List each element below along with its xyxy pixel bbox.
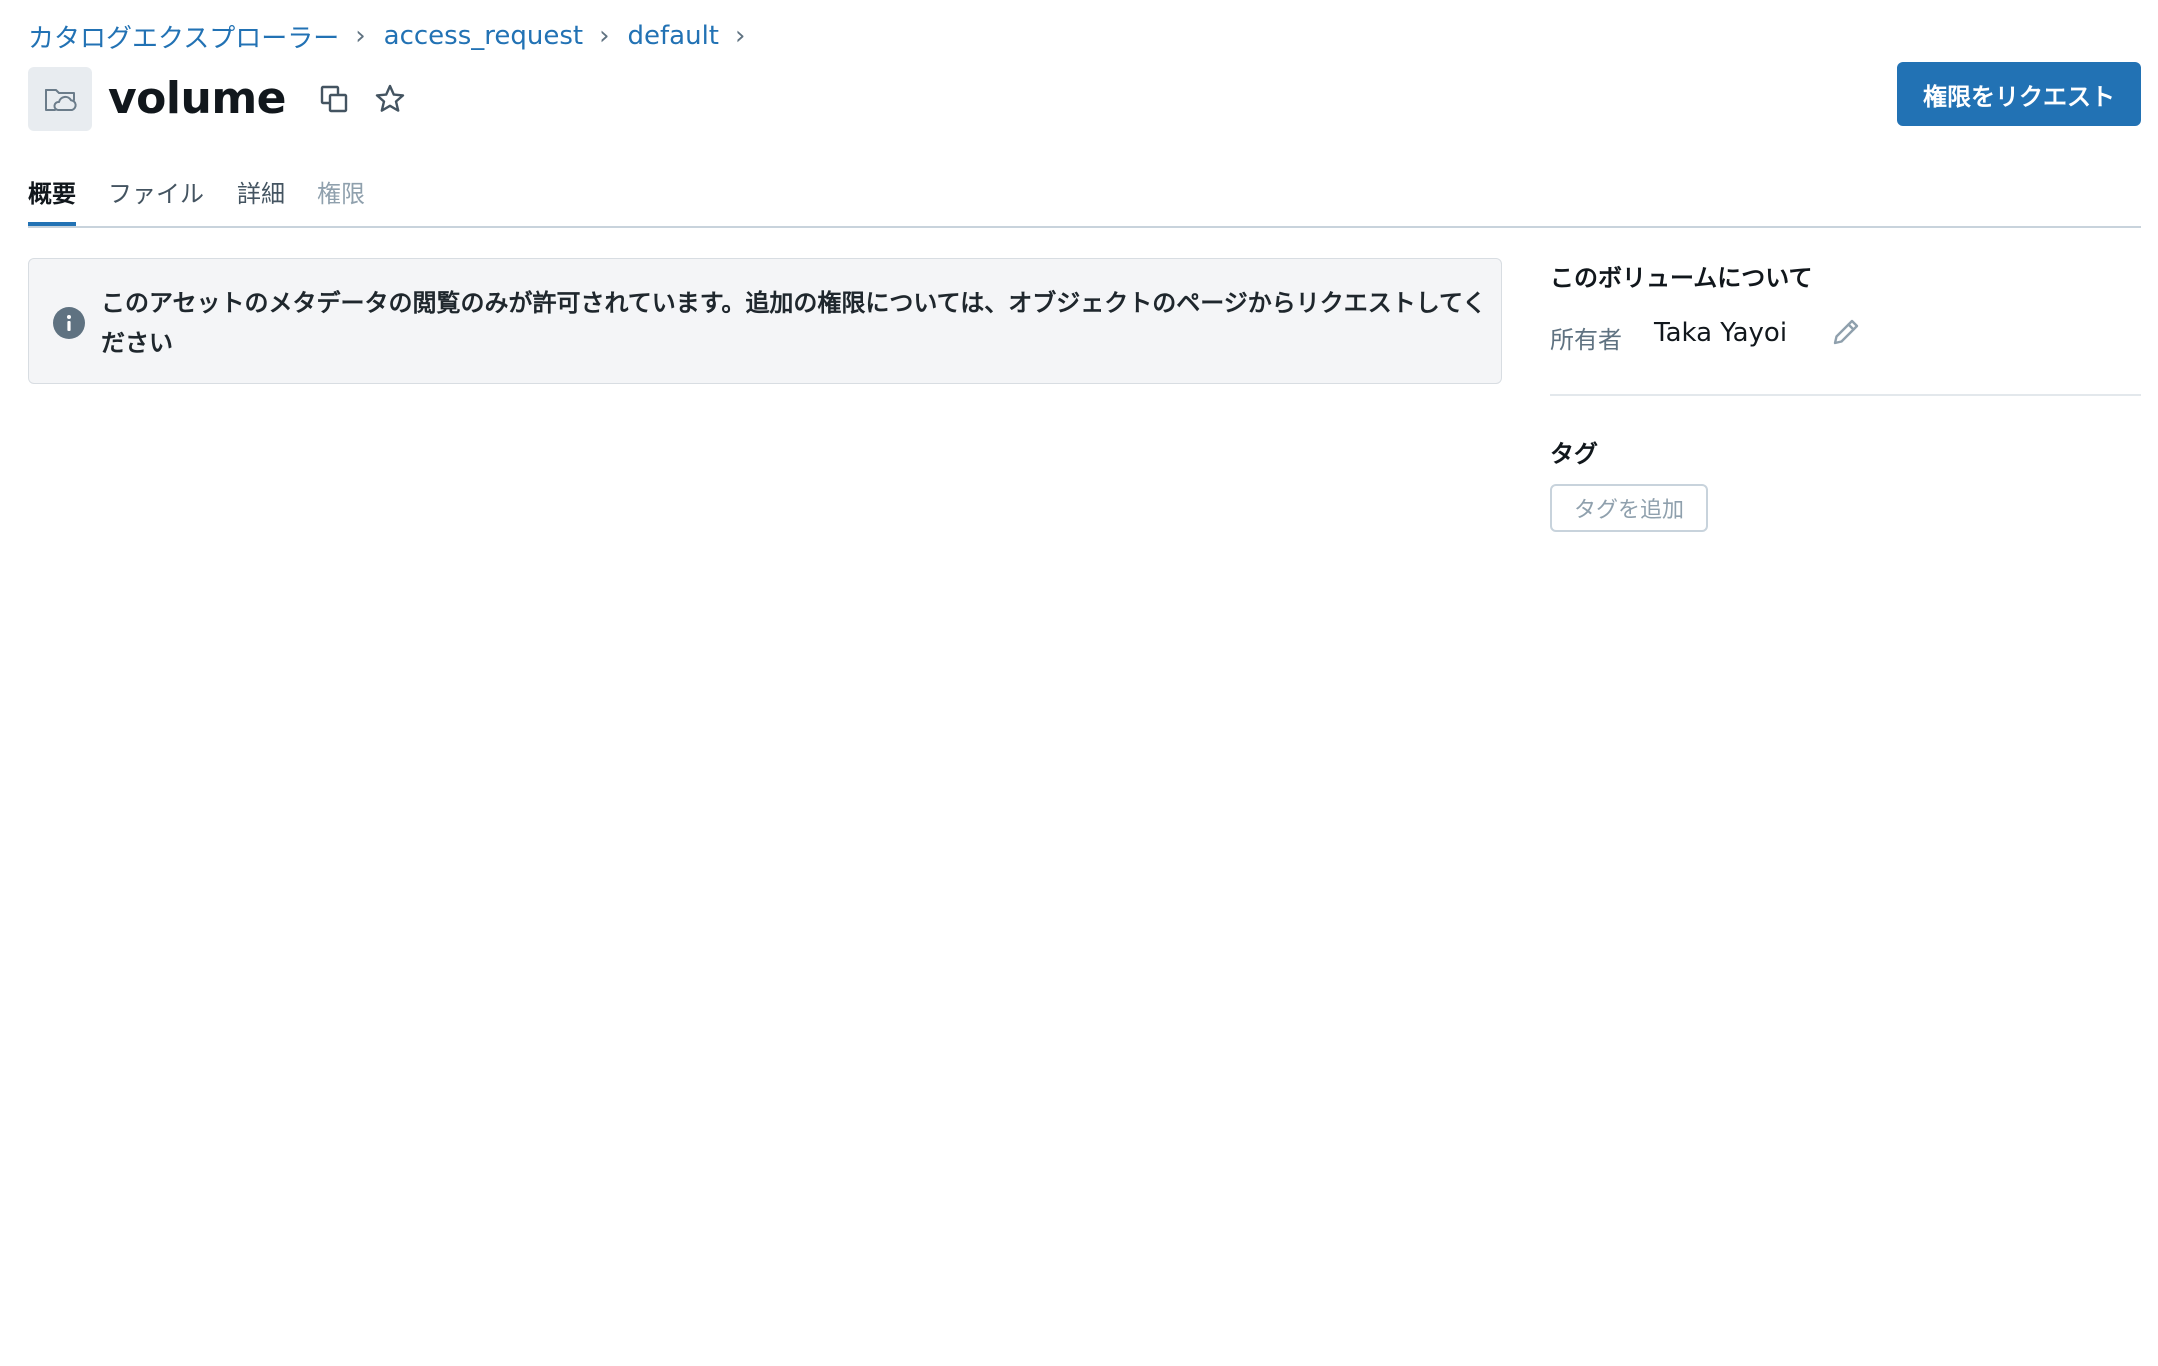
breadcrumb: カタログエクスプローラー › access_request › default … xyxy=(28,18,763,54)
request-permission-button[interactable]: 権限をリクエスト xyxy=(1897,62,2141,126)
breadcrumb-catalog[interactable]: access_request xyxy=(384,21,583,51)
page-title: volume xyxy=(108,73,287,124)
copy-icon[interactable] xyxy=(316,81,352,117)
breadcrumb-schema[interactable]: default xyxy=(628,21,719,51)
breadcrumb-separator: › xyxy=(599,21,610,51)
active-tab-indicator xyxy=(28,222,76,226)
section-divider xyxy=(1550,394,2141,396)
info-icon xyxy=(53,307,85,339)
tab-permissions[interactable]: 権限 xyxy=(317,174,365,224)
tab-overview-label: 概要 xyxy=(28,180,76,208)
add-tag-button[interactable]: タグを追加 xyxy=(1550,484,1708,532)
tab-files-label: ファイル xyxy=(108,180,204,208)
notice-message: このアセットのメタデータの閲覧のみが許可されています。追加の権限については、オブ… xyxy=(101,289,1487,357)
volume-folder-icon xyxy=(28,67,92,131)
breadcrumb-separator: › xyxy=(355,21,366,51)
pencil-icon[interactable] xyxy=(1828,314,1864,350)
tab-details-label: 詳細 xyxy=(237,180,285,208)
permission-notice: このアセットのメタデータの閲覧のみが許可されています。追加の権限については、オブ… xyxy=(28,258,1502,384)
catalog-volume-page: カタログエクスプローラー › access_request › default … xyxy=(28,0,2141,1366)
owner-label: 所有者 xyxy=(1550,326,1622,354)
tab-permissions-label: 権限 xyxy=(317,180,365,208)
star-icon[interactable] xyxy=(372,81,408,117)
tab-overview[interactable]: 概要 xyxy=(28,174,76,226)
breadcrumb-catalog-explorer[interactable]: カタログエクスプローラー xyxy=(28,18,339,55)
tags-heading: タグ xyxy=(1550,440,1598,468)
owner-value: Taka Yayoi xyxy=(1654,318,1788,348)
title-row: volume xyxy=(28,66,408,132)
tab-files[interactable]: ファイル xyxy=(108,174,204,224)
breadcrumb-separator: › xyxy=(734,21,746,51)
about-heading: このボリュームについて xyxy=(1550,264,1813,292)
tab-bar: 概要 ファイル 詳細 権限 xyxy=(28,160,2141,228)
tab-details[interactable]: 詳細 xyxy=(237,174,285,224)
